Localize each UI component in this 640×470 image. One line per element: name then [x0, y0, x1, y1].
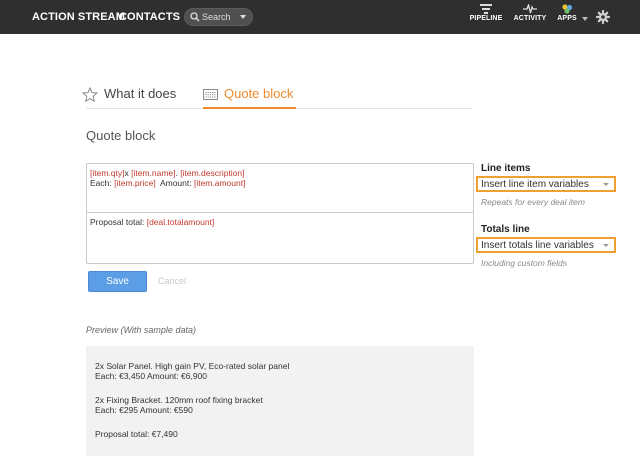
- activity-pulse-icon: [523, 4, 537, 14]
- quote-block-icon: [203, 89, 218, 100]
- search-box[interactable]: Search: [184, 8, 253, 26]
- tab-quote-block[interactable]: Quote block: [203, 86, 298, 106]
- preview-line: Each: €295 Amount: €590: [95, 405, 193, 415]
- search-placeholder: Search: [202, 12, 231, 22]
- static-text: Amount:: [155, 178, 194, 188]
- activity-label: ACTIVITY: [513, 15, 547, 22]
- variable-item-qty: [item.qty]: [90, 168, 125, 178]
- pipeline-label: PIPELINE: [469, 15, 503, 22]
- variable-deal-totalamount: [deal.totalamount]: [146, 217, 215, 227]
- preview-line: 2x Fixing Bracket. 120mm roof fixing bra…: [95, 395, 263, 405]
- static-text: Proposal total:: [90, 217, 147, 227]
- nav-contacts[interactable]: CONTACTS: [119, 11, 180, 23]
- cancel-link[interactable]: Cancel: [158, 276, 186, 286]
- insert-line-item-variables-dropdown[interactable]: Insert line item variables: [476, 176, 616, 192]
- preview-line: Each: €3,450 Amount: €6,900: [95, 371, 208, 381]
- variable-item-name: [item.name]: [131, 168, 176, 178]
- gear-icon[interactable]: [596, 10, 610, 24]
- variable-item-price: [item.price]: [114, 178, 156, 188]
- pipeline-button[interactable]: PIPELINE: [467, 4, 505, 30]
- save-button[interactable]: Save: [88, 271, 147, 292]
- line-item-template-row-1[interactable]: [item.qty]x [item.name]. [item.descripti…: [90, 168, 245, 178]
- preview-line: Proposal total: €7,490: [95, 429, 178, 439]
- static-text: Each:: [90, 178, 115, 188]
- editor-divider: [86, 212, 474, 213]
- tab-quote-block-label: Quote block: [224, 86, 294, 101]
- line-item-template-row-2[interactable]: Each: [item.price] Amount: [item.amount]: [90, 178, 245, 188]
- section-title: Quote block: [86, 128, 156, 143]
- apps-dropdown-caret-icon[interactable]: [582, 17, 588, 21]
- tab-what-it-does-label: What it does: [104, 86, 177, 101]
- chevron-down-icon: [603, 183, 609, 186]
- totals-template-row[interactable]: Proposal total: [deal.totalamount]: [90, 217, 214, 227]
- search-icon: [190, 12, 200, 22]
- totals-line-note: Including custom fields: [481, 258, 567, 268]
- variable-item-amount: [item.amount]: [193, 178, 246, 188]
- star-icon: [82, 87, 98, 102]
- activity-button[interactable]: ACTIVITY: [511, 4, 549, 30]
- chevron-down-icon: [603, 244, 609, 247]
- search-dropdown-caret-icon[interactable]: [240, 15, 246, 19]
- preview-label: Preview (With sample data): [86, 325, 196, 335]
- tab-what-it-does[interactable]: What it does: [82, 86, 182, 106]
- dropdown-label: Insert totals line variables: [481, 240, 594, 251]
- line-items-note: Repeats for every deal item: [481, 197, 585, 207]
- totals-line-heading: Totals line: [481, 224, 530, 235]
- top-navigation-bar: ACTION STREAM CONTACTS Search PIPELINE A…: [0, 0, 640, 34]
- active-tab-underline: [203, 107, 296, 109]
- insert-totals-line-variables-dropdown[interactable]: Insert totals line variables: [476, 237, 616, 253]
- line-items-heading: Line items: [481, 163, 531, 174]
- apps-icon: [562, 4, 573, 14]
- variable-item-description: [item.description]: [180, 168, 245, 178]
- apps-label: APPS: [557, 15, 577, 22]
- dropdown-label: Insert line item variables: [481, 179, 589, 190]
- pipeline-icon: [480, 4, 492, 14]
- preview-line: 2x Solar Panel. High gain PV, Eco-rated …: [95, 361, 290, 371]
- apps-button[interactable]: APPS: [555, 4, 579, 30]
- nav-action-stream[interactable]: ACTION STREAM: [32, 11, 125, 23]
